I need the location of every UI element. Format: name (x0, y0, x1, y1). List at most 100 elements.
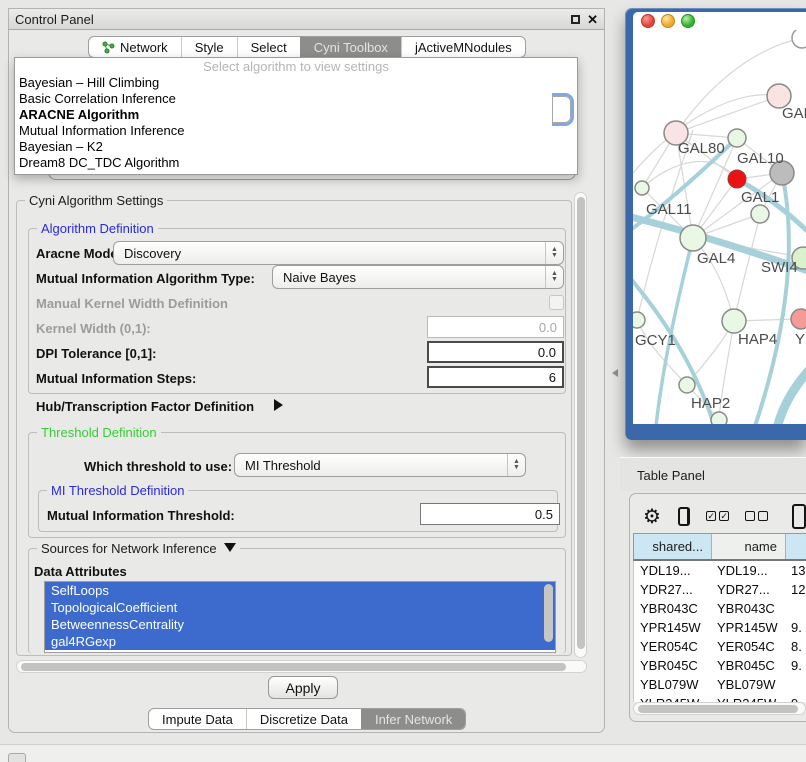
docked-panel-icon[interactable] (8, 753, 26, 762)
app-root: Control Panel ✕ Network Style Select Cyn… (0, 0, 806, 762)
mi-threshold-field[interactable]: 0.5 (420, 503, 560, 525)
table-panel-title: Table Panel (637, 468, 705, 483)
apply-button[interactable]: Apply (268, 676, 338, 699)
tab-style[interactable]: Style (181, 37, 237, 57)
table-row[interactable]: YBR045CYBR045C9. (634, 656, 806, 675)
node-label: GAL4 (697, 250, 735, 267)
manual-kernel-label: Manual Kernel Width Definition (36, 296, 228, 311)
network-node-partial[interactable] (792, 30, 806, 48)
sources-legend: Sources for Network Inference (37, 541, 240, 556)
threshold-definition-legend: Threshold Definition (37, 425, 161, 440)
aracne-mode-combo[interactable]: Discovery ▲▼ (113, 241, 564, 265)
table-row[interactable]: YBL079WYBL079W (634, 675, 806, 694)
mi-type-combo[interactable]: Naive Bayes ▲▼ (272, 265, 564, 289)
tab-cyni-toolbox[interactable]: Cyni Toolbox (300, 37, 401, 57)
kernel-width-label: Kernel Width (0,1): (36, 321, 151, 336)
network-node-hap2[interactable] (679, 377, 695, 393)
stepper-icon: ▲▼ (545, 242, 563, 264)
network-node-gal10[interactable] (728, 129, 746, 147)
settings-horizontal-scrollbar[interactable] (16, 660, 587, 673)
network-node-gcy1[interactable] (633, 312, 645, 328)
table-document-icon[interactable] (792, 504, 806, 529)
attribute-item[interactable]: TopologicalCoefficient (45, 599, 555, 616)
dropdown-item[interactable]: Basic Correlation Inference (15, 91, 577, 107)
network-node-gal11[interactable] (635, 181, 649, 195)
attribute-item[interactable]: SelfLoops (45, 582, 555, 599)
hub-definition-label: Hub/Transcription Factor Definition (36, 399, 254, 414)
cyni-bottom-tabs: Impute Data Discretize Data Infer Networ… (148, 708, 466, 730)
mac-close-icon[interactable] (641, 14, 655, 28)
column-header-partial[interactable] (785, 534, 806, 559)
tab-discretize-data[interactable]: Discretize Data (246, 709, 361, 729)
node-label: HAP2 (691, 395, 730, 412)
table-row[interactable]: YDL19...YDL19...13 (634, 561, 806, 580)
tab-select[interactable]: Select (237, 37, 300, 57)
node-label: GCY1 (635, 332, 676, 349)
table-row[interactable]: YPR145WYPR145W9. (634, 618, 806, 637)
table-row[interactable]: YBR043CYBR043C (634, 599, 806, 618)
kernel-width-field[interactable]: 0.0 (427, 316, 564, 338)
settings-gear-icon[interactable]: ⚙ (643, 504, 661, 529)
table-row[interactable]: YER054CYER054C8. (634, 637, 806, 656)
tab-impute-data[interactable]: Impute Data (149, 709, 246, 729)
close-icon[interactable]: ✕ (587, 15, 598, 24)
node-label: GAL80 (678, 140, 725, 157)
table-row[interactable]: YLR345WYLR345W9. (634, 694, 806, 702)
tab-infer-network[interactable]: Infer Network (361, 709, 465, 729)
focused-combo-fragment (552, 93, 574, 126)
node-label: GAL (782, 105, 806, 122)
control-panel-tabs: Network Style Select Cyni Toolbox jActiv… (88, 36, 526, 58)
mi-steps-field[interactable]: 6 (427, 366, 564, 388)
dpi-tolerance-field[interactable]: 0.0 (427, 341, 564, 363)
control-panel-titlebar: Control Panel ✕ (8, 8, 605, 30)
collapse-arrow-icon[interactable] (224, 543, 236, 552)
which-threshold-combo[interactable]: MI Threshold ▲▼ (234, 453, 526, 477)
node-label: GAL10 (737, 150, 784, 167)
uncheck-all-icon[interactable] (745, 511, 768, 521)
which-threshold-label: Which threshold to use: (84, 459, 232, 474)
manual-kernel-checkbox[interactable] (549, 295, 564, 310)
attribute-item[interactable]: BetweennessCentrality (45, 616, 555, 633)
network-icon (102, 41, 115, 54)
mi-threshold-legend: MI Threshold Definition (47, 483, 188, 498)
algorithm-dropdown-list: Select algorithm to view settings Bayesi… (14, 57, 578, 175)
mac-zoom-icon[interactable] (681, 14, 695, 28)
dropdown-item[interactable]: Bayesian – K2 (15, 139, 577, 155)
dropdown-item[interactable]: Mutual Information Inference (15, 123, 577, 139)
network-node-salmon[interactable] (791, 309, 806, 329)
network-node-bottom-partial[interactable] (711, 412, 727, 424)
table-horizontal-scrollbar[interactable] (633, 702, 806, 715)
table-toolbar: ⚙ ✓✓ (633, 500, 806, 532)
column-header-shared[interactable]: shared... (634, 534, 711, 559)
network-node-gal1[interactable] (751, 205, 769, 223)
table-row[interactable]: YDR27...YDR27...12 (634, 580, 806, 599)
node-label: GAL11 (646, 201, 692, 218)
mi-steps-label: Mutual Information Steps: (36, 371, 196, 386)
dpi-tolerance-label: DPI Tolerance [0,1]: (36, 346, 156, 361)
node-label: HAP4 (738, 331, 777, 348)
network-node-gal4[interactable] (680, 225, 706, 251)
network-node-hap4[interactable] (722, 309, 746, 333)
mac-minimize-icon[interactable] (661, 14, 675, 28)
network-canvas[interactable]: GAL80 GAL10 GAL11 GAL1 SWI4 GAL4 GCY1 HA… (633, 30, 806, 424)
settings-vertical-scrollbar[interactable] (574, 192, 587, 658)
column-layout-icon[interactable] (678, 507, 690, 526)
stepper-icon: ▲▼ (507, 454, 525, 476)
expand-arrow-icon[interactable] (274, 399, 283, 411)
column-header-name[interactable]: name (711, 534, 785, 559)
attribute-list-scrollbar[interactable] (544, 584, 553, 642)
tab-jactivemnodules[interactable]: jActiveMNodules (401, 37, 525, 57)
check-all-icon[interactable]: ✓✓ (706, 511, 729, 521)
table-header-row: shared... name (633, 533, 806, 561)
float-window-icon[interactable] (571, 15, 580, 24)
network-node-red[interactable] (728, 170, 746, 188)
node-label: SWI4 (761, 259, 798, 276)
bottom-panel-strip (0, 745, 806, 762)
dropdown-item[interactable]: Dream8 DC_TDC Algorithm (15, 155, 577, 171)
node-table: shared... name YDL19...YDL19...13 YDR27.… (633, 533, 806, 702)
attribute-item[interactable]: gal4RGexp (45, 633, 555, 650)
splitter-handle-icon[interactable] (612, 369, 618, 377)
dropdown-item[interactable]: Bayesian – Hill Climbing (15, 75, 577, 91)
dropdown-item-selected[interactable]: ARACNE Algorithm (15, 107, 577, 123)
tab-network[interactable]: Network (89, 37, 181, 57)
